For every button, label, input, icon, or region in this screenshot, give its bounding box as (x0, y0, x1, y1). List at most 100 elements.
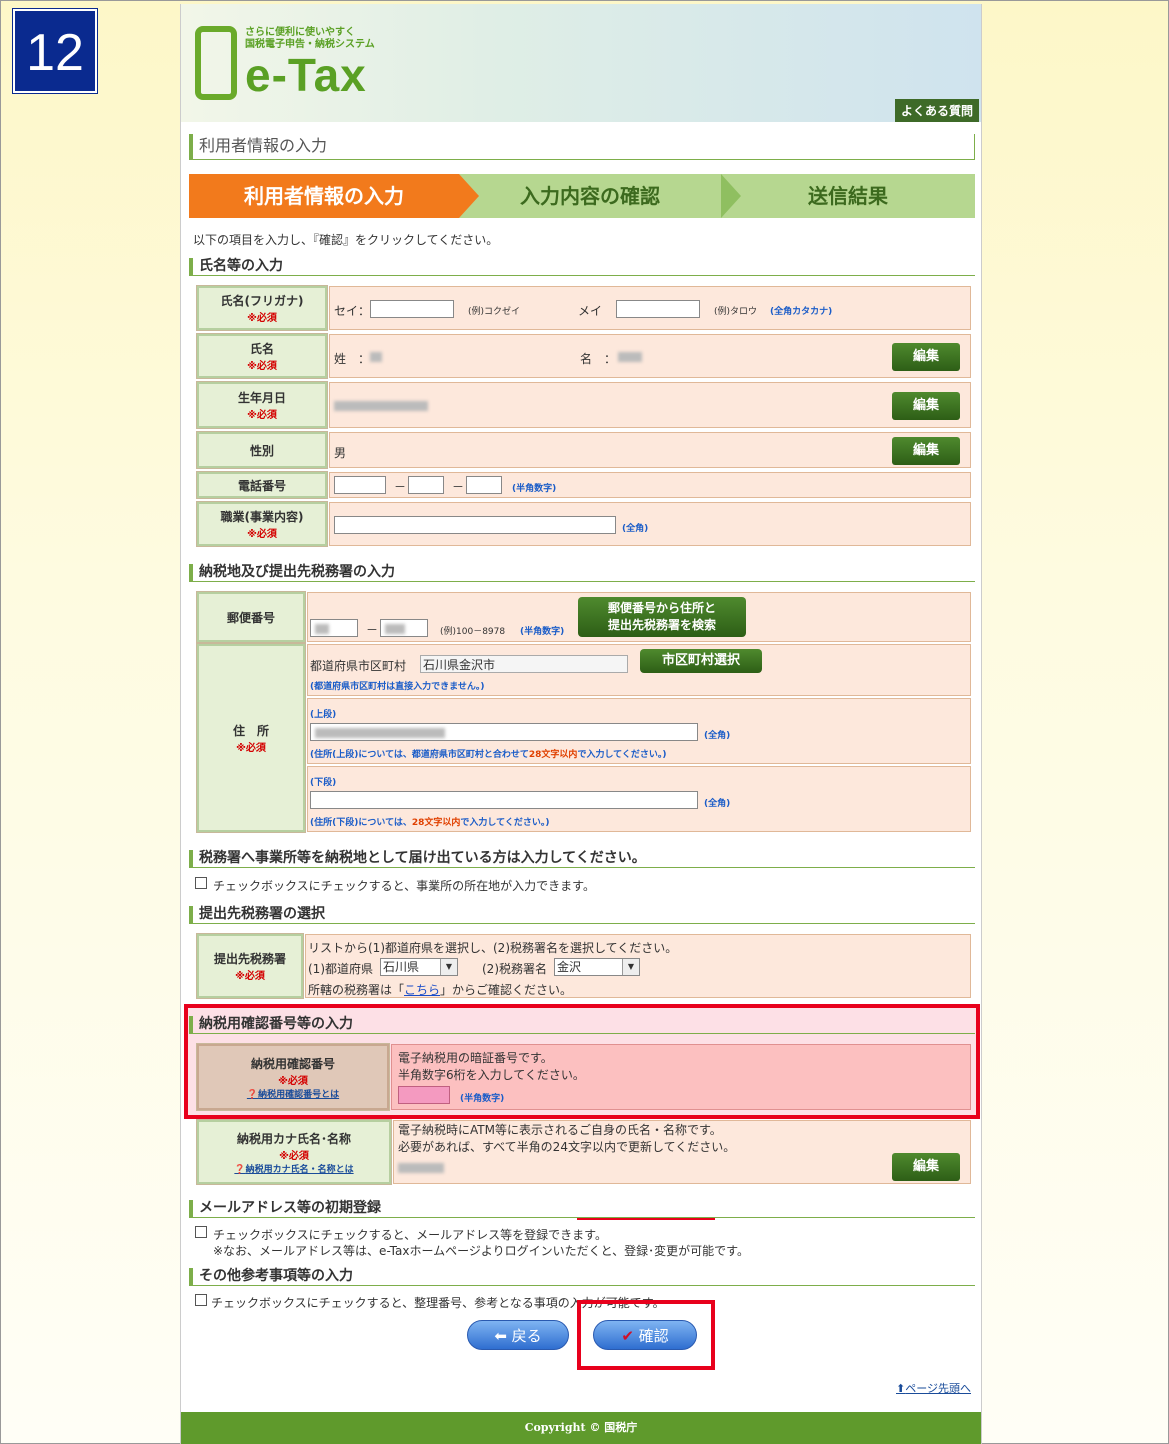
section-address-heading: 納税地及び提出先税務署の入力 (189, 564, 975, 582)
birthdate-edit-button[interactable]: 編集 (892, 392, 960, 420)
phone-label: 電話番号 (196, 471, 328, 499)
occupation-cell: (全角) (329, 502, 971, 546)
red-underline (577, 1218, 715, 1220)
page-top-link[interactable]: ⬆ページ先頭へ (896, 1380, 971, 1396)
kana-value (398, 1163, 444, 1173)
pin-input[interactable] (398, 1086, 450, 1104)
lower-note: (住所(下段)については、28文字以内で入力してください。) (310, 818, 550, 828)
instruction-text: 以下の項目を入力し、『確認』をクリックしてください。 (193, 233, 499, 247)
section-name-heading: 氏名等の入力 (189, 258, 975, 276)
city-note: (都道府県市区町村は直接入力できません。) (310, 682, 485, 692)
email-checkbox[interactable] (195, 1226, 207, 1238)
birthdate-value (334, 401, 428, 411)
katakana-note: (全角カタカナ) (770, 307, 833, 317)
address-lower-input[interactable] (310, 791, 698, 809)
name-cell: 姓 ： 名 ： 編集 (329, 334, 971, 378)
name-edit-button[interactable]: 編集 (892, 343, 960, 371)
fullwidth-note: (全角) (704, 731, 731, 741)
section-taxoffice-heading: 提出先税務署の選択 (189, 906, 975, 924)
etax-mascot-icon (195, 26, 237, 100)
dash: － (394, 480, 407, 494)
page-title: 利用者情報の入力 (189, 134, 975, 160)
pin-desc-1: 電子納税用の暗証番号です。 (398, 1051, 553, 1065)
taxoffice-instruction: リストから(1)都道府県を選択し、(2)税務署名を選択してください。 (308, 941, 678, 955)
gender-value: 男 (334, 446, 347, 460)
phone-cell: － － (半角数字) (329, 472, 971, 498)
phone-last-input[interactable] (466, 476, 502, 494)
upper-note: (住所(上段)については、都道府県市区町村と合わせて28文字以内で入力してくださ… (310, 750, 667, 760)
mei-example: (例)タロウ (714, 307, 758, 317)
phone-area-input[interactable] (334, 476, 386, 494)
footer: Copyright © 国税庁 (181, 1412, 981, 1444)
address-upper-cell: (上段) (全角) (住所(上段)については、都道府県市区町村と合わせて28文字… (307, 698, 971, 764)
pin-desc-2: 半角数字6桁を入力してください。 (398, 1068, 585, 1082)
office-label: (2)税務署名 (482, 962, 547, 976)
occupation-input[interactable] (334, 516, 616, 534)
step-number-badge: 12 (12, 8, 98, 94)
furigana-cell: セイ： (例)コクゼイ メイ ： (例)タロウ (全角カタカナ) (329, 286, 971, 330)
sei-label: セイ： (334, 304, 371, 318)
dash: － (366, 623, 379, 637)
address-label: 住 所 ※必須 (196, 643, 306, 833)
phone-middle-input[interactable] (408, 476, 444, 494)
office-check-label: チェックボックスにチェックすると、事業所の所在地が入力できます。 (213, 879, 595, 893)
furigana-label: 氏名(フリガナ) ※必須 (196, 285, 328, 331)
gender-cell: 男 編集 (329, 432, 971, 468)
dash: － (452, 480, 465, 494)
taxoffice-label: 提出先税務署 ※必須 (196, 933, 304, 999)
postal-search-button[interactable]: 郵便番号から住所と 提出先税務署を検索 (578, 597, 746, 637)
postal-first-input[interactable] (310, 619, 358, 637)
kana-edit-button[interactable]: 編集 (892, 1153, 960, 1181)
occupation-note: (全角) (622, 524, 649, 534)
progress-steps: 利用者情報の入力 入力内容の確認 送信結果 (189, 174, 975, 218)
back-arrow-icon: ⬅ (494, 1327, 512, 1345)
other-checkbox[interactable] (195, 1294, 207, 1306)
city-label: 都道府県市区町村 (310, 659, 407, 673)
gender-edit-button[interactable]: 編集 (892, 437, 960, 465)
step-confirm: 入力内容の確認 (459, 174, 721, 218)
pin-help-link[interactable]: ❓納税用確認番号とは (247, 1087, 339, 1100)
pref-label: (1)都道府県 (308, 962, 373, 976)
pref-select[interactable]: 石川県 (380, 958, 458, 976)
given-name-value (618, 352, 642, 362)
section-email-heading: メールアドレス等の初期登録 (189, 1200, 975, 1218)
city-cell: 都道府県市区町村 石川県金沢市 市区町村選択 (都道府県市区町村は直接入力できま… (307, 644, 971, 696)
here-link[interactable]: こちら (404, 983, 440, 997)
birthdate-label: 生年月日 ※必須 (196, 381, 328, 429)
header: さらに便利に使いやすく 国税電子申告・納税システム e-Tax よくある質問 (181, 4, 981, 122)
step-result: 送信結果 (721, 174, 975, 218)
kana-cell: 電子納税時にATM等に表示されるご自身の氏名・名称です。 必要があれば、すべて半… (393, 1120, 971, 1184)
postal-example: (例)100－8978 (440, 627, 506, 637)
kana-label: 納税用カナ氏名･名称 ※必須 ❓納税用カナ氏名・名称とは (196, 1119, 392, 1185)
postal-second-input[interactable] (380, 619, 428, 637)
surname-label: 姓 ： (334, 352, 371, 366)
mei-kana-input[interactable] (616, 300, 700, 318)
office-checkbox[interactable] (195, 877, 207, 889)
section-office-heading: 税務署へ事業所等を納税地として届け出ている方は入力してください。 (189, 850, 975, 868)
city-select-button[interactable]: 市区町村選択 (640, 649, 762, 673)
upper-label: (上段) (310, 710, 337, 720)
name-label: 氏名 ※必須 (196, 333, 328, 379)
kana-desc-1: 電子納税時にATM等に表示されるご自身の氏名・名称です。 (398, 1123, 722, 1137)
faq-link[interactable]: よくある質問 (894, 99, 979, 122)
address-upper-input[interactable] (310, 723, 698, 741)
check-icon: ✔ (621, 1327, 639, 1345)
pin-label: 納税用確認番号 ※必須 ❓納税用確認番号とは (196, 1043, 390, 1111)
back-button[interactable]: ⬅ 戻る (467, 1320, 569, 1350)
phone-note: (半角数字) (512, 484, 557, 494)
kana-help-link[interactable]: ❓納税用カナ氏名・名称とは (234, 1162, 353, 1175)
birthdate-cell: 編集 (329, 382, 971, 428)
email-note: ※なお、メールアドレス等は、e-Taxホームページよりログインいただくと、登録･… (213, 1244, 749, 1258)
sei-kana-input[interactable] (370, 300, 454, 318)
lower-label: (下段) (310, 778, 337, 788)
kana-desc-2: 必要があれば、すべて半角の24文字以内で更新してください。 (398, 1140, 736, 1154)
up-arrow-icon: ⬆ (896, 1382, 906, 1395)
step-arrow-icon (459, 174, 479, 218)
section-pin-heading: 納税用確認番号等の入力 (189, 1016, 975, 1034)
office-select[interactable]: 金沢 (554, 958, 640, 976)
confirm-button[interactable]: ✔ 確認 (593, 1320, 697, 1350)
step-input: 利用者情報の入力 (189, 174, 459, 218)
postal-cell: － (例)100－8978 (半角数字) 郵便番号から住所と 提出先税務署を検索 (307, 592, 971, 642)
occupation-label: 職業(事業内容) ※必須 (196, 501, 328, 547)
step-arrow-icon (721, 174, 741, 218)
